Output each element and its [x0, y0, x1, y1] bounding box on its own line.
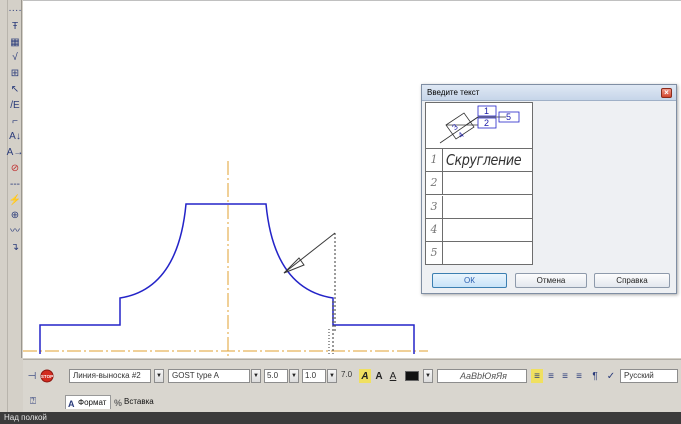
leader-scheme-svg: 1 2 5 3 4 [439, 105, 520, 144]
stop-icon[interactable]: STOP [40, 369, 54, 383]
dialog-title: Введите текст [427, 88, 480, 97]
header-num-2: 2 [484, 118, 489, 128]
tab-format-label: Формат [78, 398, 107, 407]
leader-line [283, 232, 336, 274]
row-text[interactable]: Скругление [446, 149, 522, 171]
view-arrow-icon[interactable]: A→ [7, 146, 24, 160]
brand-leader-icon[interactable]: ⌐ [9, 115, 21, 129]
row-number: 5 [426, 242, 443, 266]
spellcheck-icon[interactable]: ✓ [605, 369, 617, 383]
text-row[interactable]: 3 [426, 195, 532, 219]
text-row[interactable]: 2 [426, 172, 532, 196]
datum-tool-icon[interactable]: ⊞ [9, 67, 21, 81]
help-question-icon[interactable]: ⍰ [27, 394, 39, 408]
header-num-1: 1 [484, 106, 489, 116]
row-number: 2 [426, 172, 443, 195]
tab-insert-label: Вставка [124, 397, 154, 406]
text-sample: АаВbЮяЯя [437, 369, 527, 383]
color-dropdown-arrow[interactable]: ▼ [423, 369, 433, 383]
tab-format[interactable]: A Формат [65, 395, 111, 409]
break-line-icon[interactable]: ⚡ [9, 194, 21, 208]
stretch-dropdown-arrow[interactable]: ▼ [327, 369, 337, 383]
stretch-field[interactable]: 1.0 [302, 369, 326, 383]
font-dropdown-arrow[interactable]: ▼ [251, 369, 261, 383]
part-contour [39, 203, 415, 354]
text-row[interactable]: 1 Скругление [426, 149, 532, 172]
bold-icon[interactable]: A [373, 369, 385, 383]
italic-icon[interactable]: A [359, 369, 371, 383]
kompas-window: ···· Ŧ ▦ √ ⊞ ↖ /E ⌐ A↓ A→ ⊘ --- ⚡ ⊕ 〰 ↴ Введите текст × [0, 0, 681, 424]
cancel-button[interactable]: Отмена [515, 273, 587, 288]
wave-line-icon[interactable]: 〰 [9, 225, 21, 239]
row-number: 1 [426, 149, 443, 171]
justify-icon[interactable]: ≡ [573, 369, 585, 383]
ok-button[interactable]: ОК [432, 273, 507, 288]
language-select[interactable]: Русский [620, 369, 678, 383]
tab-insert[interactable]: % Вставка [112, 395, 166, 409]
dialog-titlebar[interactable]: Введите текст × [422, 85, 676, 101]
row-number: 3 [426, 195, 443, 218]
leader-header-diagram[interactable]: 1 2 5 3 4 [426, 103, 532, 149]
annotation-toolbar: ···· Ŧ ▦ √ ⊞ ↖ /E ⌐ A↓ A→ ⊘ --- ⚡ ⊕ 〰 ↴ [7, 0, 24, 262]
underline-icon[interactable]: A [387, 369, 399, 383]
paragraph-icon[interactable]: ¶ [589, 369, 601, 383]
center-mark-icon[interactable]: ⊕ [9, 209, 21, 223]
left-dock-strip [0, 0, 8, 412]
roughness-tool-icon[interactable]: √ [9, 51, 21, 65]
format-tab-icon: A [68, 399, 75, 409]
font-select[interactable]: GOST type A [168, 369, 250, 383]
text-tool-icon[interactable]: Ŧ [9, 20, 21, 34]
leader-tool-icon[interactable]: ↖ [9, 83, 21, 97]
status-text: Над полкой [4, 413, 47, 422]
size-dropdown-arrow[interactable]: ▼ [289, 369, 299, 383]
text-table: 1 2 5 3 4 1 Скругление 2 3 4 5 [425, 102, 533, 266]
axis-line-icon[interactable]: ↴ [9, 241, 21, 255]
status-bar: Над полкой [0, 412, 681, 424]
local-view-icon[interactable]: ⊘ [9, 162, 21, 176]
color-icon[interactable] [403, 369, 421, 383]
dialog-body: 1 2 5 3 4 1 Скругление 2 3 4 5 ОК Отмена Спра… [422, 101, 676, 293]
dash-line-icon[interactable]: --- [9, 178, 21, 192]
toolbar-filler [8, 262, 22, 358]
text-row[interactable]: 4 [426, 218, 532, 242]
position-leader-icon[interactable]: /E [9, 99, 21, 113]
size-field[interactable]: 5.0 [264, 369, 288, 383]
property-bar-controls: ⊣ STOP Линия-выноска #2 ▼ GOST type A ▼ … [23, 369, 681, 389]
close-icon[interactable]: × [661, 88, 672, 98]
property-bar-tabs: ⍰ A Формат % Вставка [23, 394, 681, 410]
help-button[interactable]: Справка [594, 273, 670, 288]
header-num-5: 5 [506, 112, 511, 122]
pin-icon[interactable]: ⊣ [27, 369, 37, 383]
enter-text-dialog: Введите текст × 1 2 5 3 4 1 Скругление 2… [421, 84, 677, 294]
stop-label: STOP [41, 374, 53, 379]
row-number: 4 [426, 218, 443, 241]
dots-icon[interactable]: ···· [8, 4, 21, 18]
table-tool-icon[interactable]: ▦ [9, 36, 21, 50]
property-bar: ⊣ STOP Линия-выноска #2 ▼ GOST type A ▼ … [23, 359, 681, 412]
style-select[interactable]: Линия-выноска #2 [69, 369, 151, 383]
align-left-icon[interactable]: ≡ [531, 369, 543, 383]
spacing-field[interactable]: 7.0 [339, 369, 357, 383]
text-row[interactable]: 5 [426, 242, 532, 266]
insert-tab-icon: % [114, 398, 123, 408]
align-right-icon[interactable]: ≡ [559, 369, 571, 383]
header-num-4: 4 [456, 130, 466, 140]
style-dropdown-arrow[interactable]: ▼ [154, 369, 164, 383]
align-center-icon[interactable]: ≡ [545, 369, 557, 383]
section-line-icon[interactable]: A↓ [9, 130, 21, 144]
